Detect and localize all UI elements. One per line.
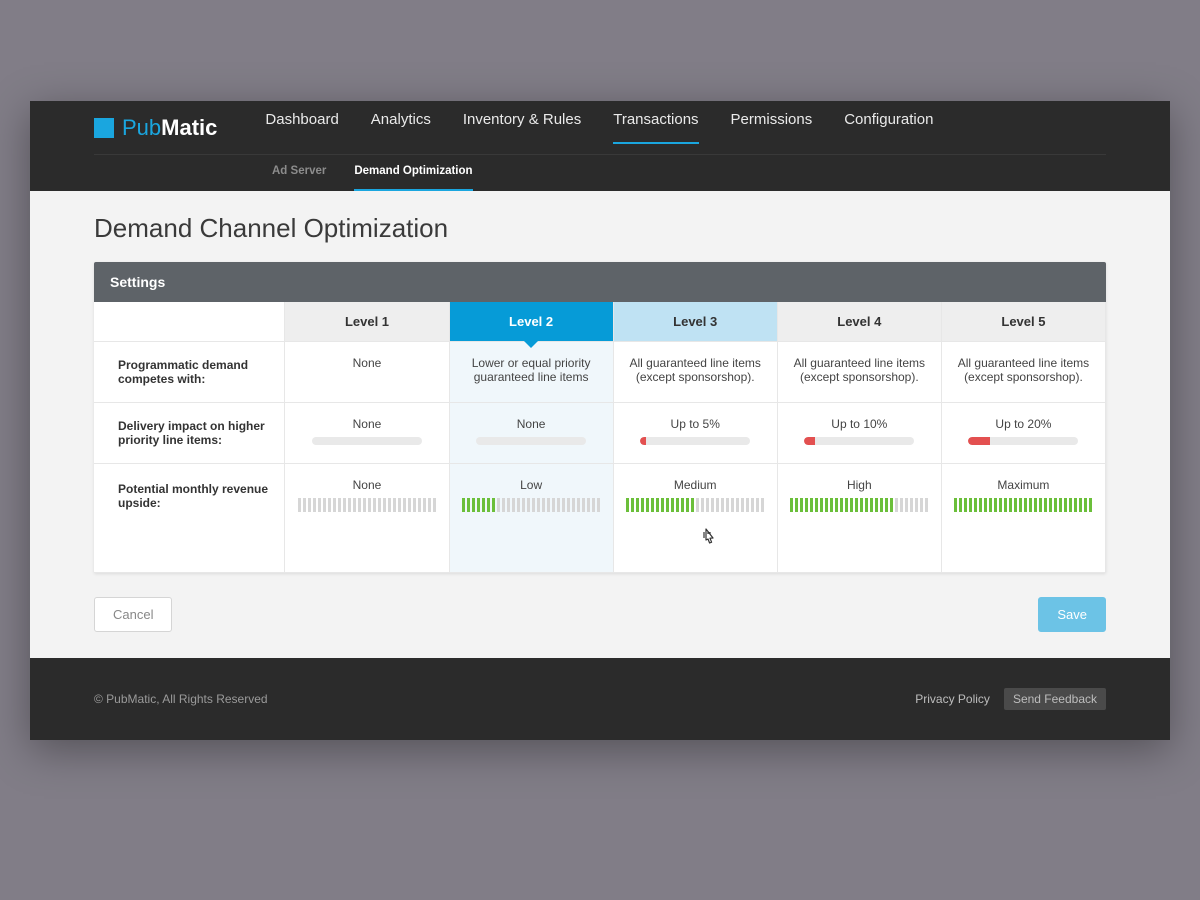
subnav-item-ad-server[interactable]: Ad Server — [272, 165, 326, 191]
delivery-label: None — [460, 417, 603, 431]
cell-level-4[interactable]: All guaranteed line items (except sponso… — [777, 342, 941, 403]
page-title: Demand Channel Optimization — [94, 213, 1106, 244]
delivery-label: None — [295, 417, 438, 431]
cell-level-3[interactable]: Up to 5% — [613, 403, 777, 464]
footer: © PubMatic, All Rights Reserved Privacy … — [30, 658, 1170, 740]
logo[interactable]: PubMatic — [94, 115, 217, 141]
delivery-bar — [476, 437, 586, 445]
revenue-label: High — [788, 478, 931, 492]
panel-header: Settings — [94, 262, 1106, 302]
logo-mark-icon — [94, 118, 114, 138]
cell-level-1[interactable]: None — [285, 342, 449, 403]
privacy-policy-link[interactable]: Privacy Policy — [915, 692, 990, 706]
cell-level-2[interactable]: Lower or equal priority guaranteed line … — [449, 342, 613, 403]
row-label: Delivery impact on higher priority line … — [94, 403, 285, 464]
cell-level-1[interactable]: None — [285, 403, 449, 464]
settings-panel: Settings Level 1Level 2Level 3Level 4Lev… — [94, 262, 1106, 573]
revenue-ticks — [788, 498, 931, 512]
cell-level-4[interactable]: High — [777, 464, 941, 573]
delivery-label: Up to 20% — [952, 417, 1095, 431]
revenue-ticks — [460, 498, 603, 512]
revenue-label: Medium — [624, 478, 767, 492]
app-window: PubMatic Dashboard Analytics Inventory & R… — [30, 101, 1170, 740]
table-corner — [94, 302, 285, 342]
cell-level-3[interactable]: All guaranteed line items (except sponso… — [613, 342, 777, 403]
cell-level-5[interactable]: Maximum — [941, 464, 1105, 573]
row-label: Programmatic demand competes with: — [94, 342, 285, 403]
logo-text-2: Matic — [161, 115, 217, 140]
cancel-button[interactable]: Cancel — [94, 597, 172, 632]
delivery-label: Up to 10% — [788, 417, 931, 431]
sub-nav: Ad Server Demand Optimization — [94, 155, 1106, 191]
nav-item-analytics[interactable]: Analytics — [371, 111, 431, 144]
cell-level-5[interactable]: All guaranteed line items (except sponso… — [941, 342, 1105, 403]
level-header-2[interactable]: Level 2 — [449, 302, 613, 342]
cell-level-2[interactable]: Low — [449, 464, 613, 573]
levels-table: Level 1Level 2Level 3Level 4Level 5 Prog… — [94, 302, 1106, 573]
delivery-bar — [968, 437, 1078, 445]
nav-item-configuration[interactable]: Configuration — [844, 111, 933, 144]
cell-level-1[interactable]: None — [285, 464, 449, 573]
level-header-1[interactable]: Level 1 — [285, 302, 449, 342]
delivery-bar — [804, 437, 914, 445]
subnav-item-demand-optimization[interactable]: Demand Optimization — [354, 165, 472, 191]
nav-item-permissions[interactable]: Permissions — [731, 111, 813, 144]
revenue-label: Maximum — [952, 478, 1095, 492]
cell-level-3[interactable]: Medium — [613, 464, 777, 573]
nav-item-inventory-rules[interactable]: Inventory & Rules — [463, 111, 581, 144]
logo-text-1: Pub — [122, 115, 161, 140]
revenue-ticks — [624, 498, 767, 512]
button-row: Cancel Save — [94, 597, 1106, 632]
levels-body: Programmatic demand competes with:NoneLo… — [94, 342, 1106, 573]
cell-level-2[interactable]: None — [449, 403, 613, 464]
cell-level-5[interactable]: Up to 20% — [941, 403, 1105, 464]
revenue-ticks — [952, 498, 1095, 512]
nav-item-dashboard[interactable]: Dashboard — [265, 111, 338, 144]
save-button[interactable]: Save — [1038, 597, 1106, 632]
footer-copyright: © PubMatic, All Rights Reserved — [94, 692, 268, 706]
row-label: Potential monthly revenue upside: — [94, 464, 285, 573]
nav-item-transactions[interactable]: Transactions — [613, 111, 698, 144]
main-nav: Dashboard Analytics Inventory & Rules Trans… — [265, 111, 933, 144]
page-body: Demand Channel Optimization Settings Lev… — [30, 191, 1170, 658]
revenue-ticks — [295, 498, 438, 512]
revenue-label: Low — [460, 478, 603, 492]
level-header-3[interactable]: Level 3 — [613, 302, 777, 342]
topbar: PubMatic Dashboard Analytics Inventory & R… — [30, 101, 1170, 191]
levels-header-row: Level 1Level 2Level 3Level 4Level 5 — [94, 302, 1106, 342]
delivery-bar — [640, 437, 750, 445]
delivery-bar — [312, 437, 422, 445]
send-feedback-button[interactable]: Send Feedback — [1004, 688, 1106, 710]
delivery-label: Up to 5% — [624, 417, 767, 431]
level-header-4[interactable]: Level 4 — [777, 302, 941, 342]
cell-level-4[interactable]: Up to 10% — [777, 403, 941, 464]
revenue-label: None — [295, 478, 438, 492]
level-header-5[interactable]: Level 5 — [941, 302, 1105, 342]
